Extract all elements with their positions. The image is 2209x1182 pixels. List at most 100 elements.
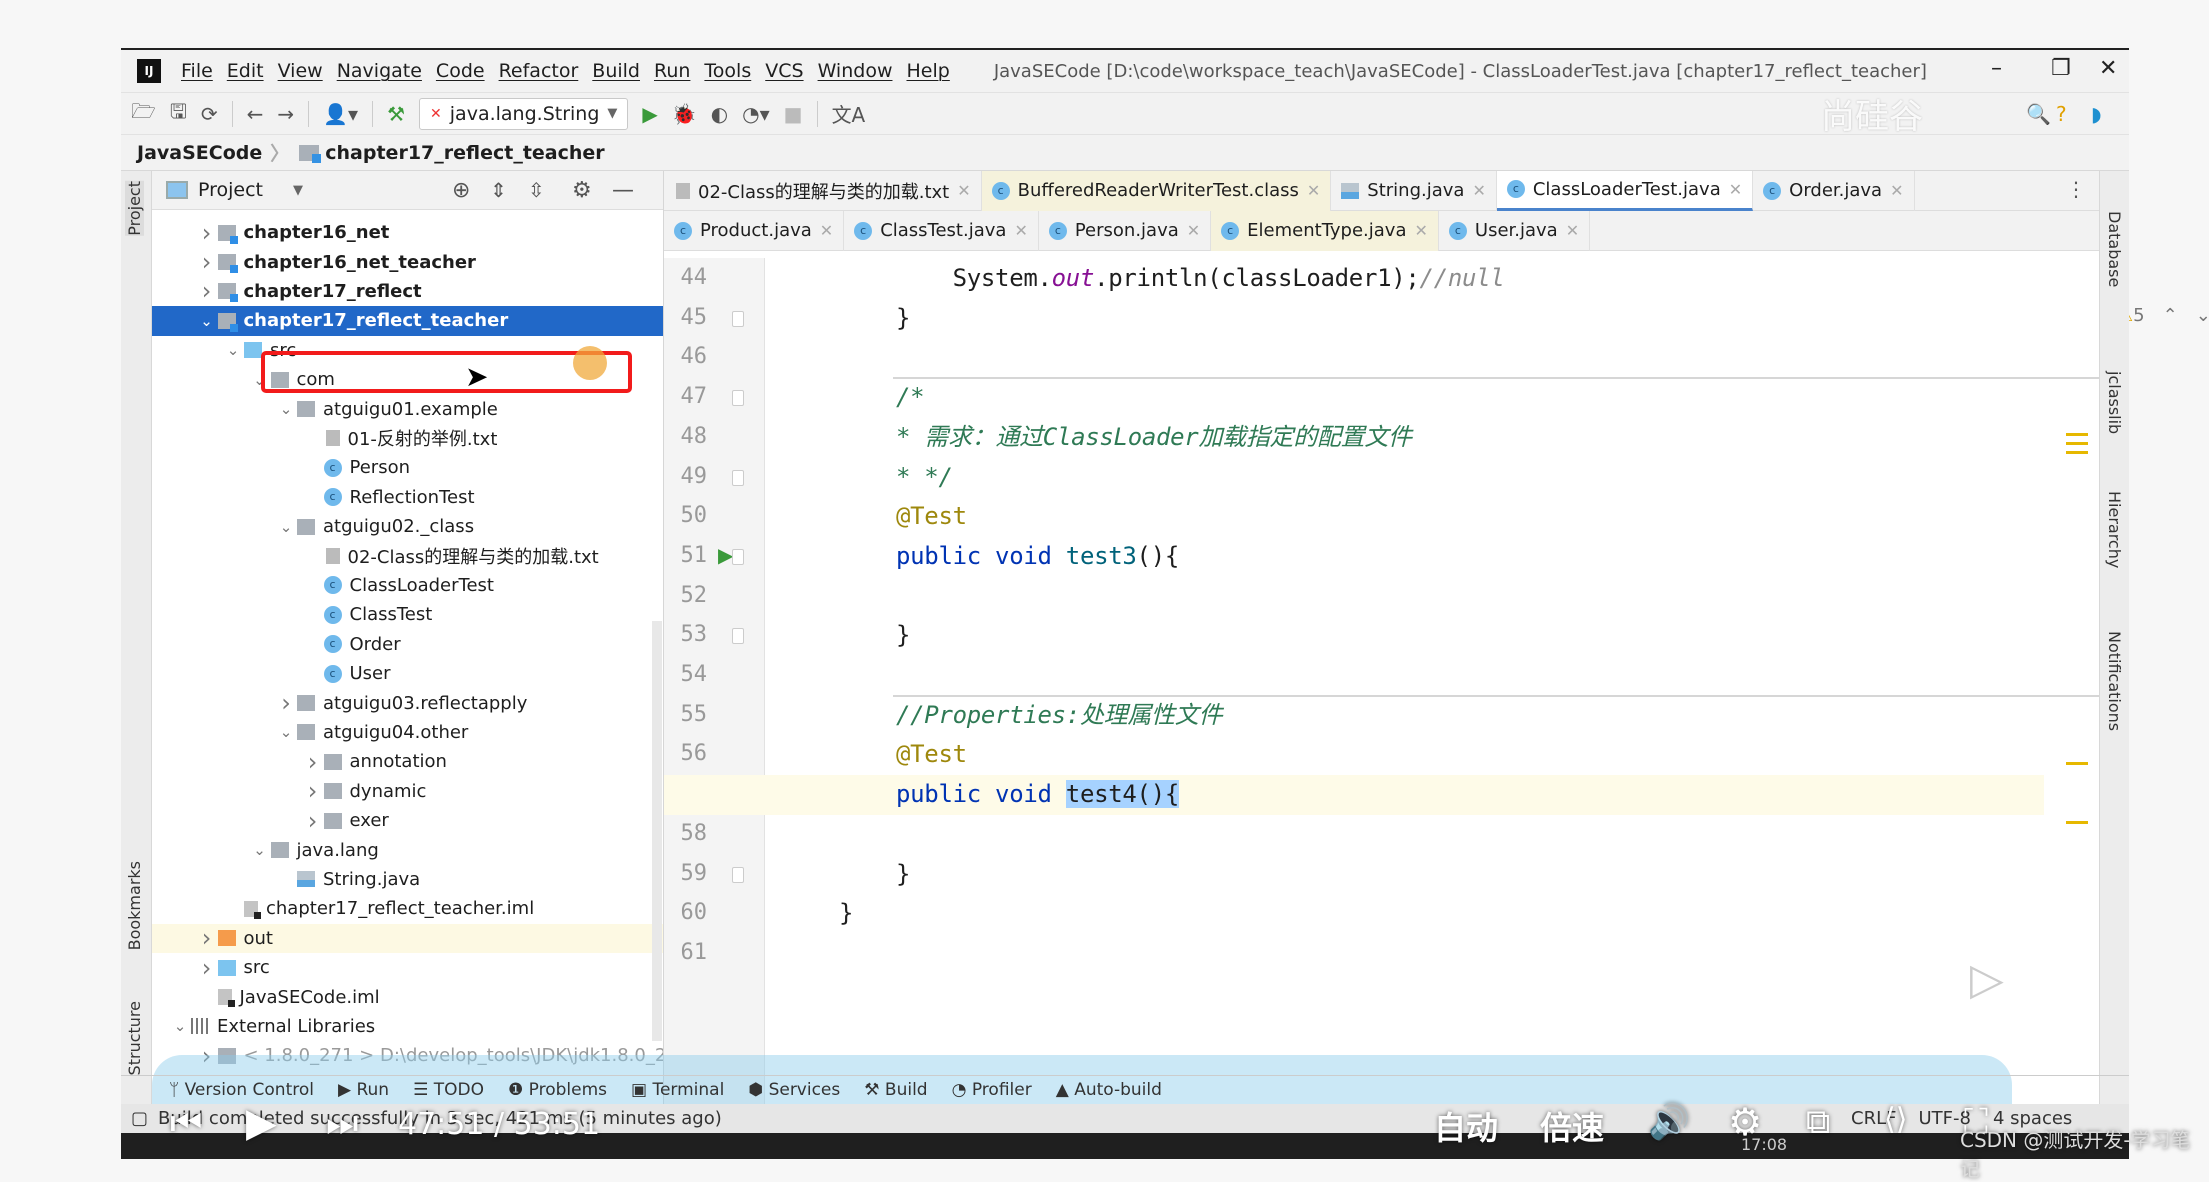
plugin-icon[interactable]: ◗: [2091, 102, 2102, 126]
coverage-icon[interactable]: ◐: [711, 102, 728, 126]
project-tool-button[interactable]: Project: [125, 181, 144, 236]
tool-window-todo[interactable]: ☰ TODO: [413, 1080, 484, 1100]
close-button[interactable]: ✕: [2099, 56, 2117, 81]
menu-help[interactable]: Help: [906, 60, 949, 82]
tree-item[interactable]: › exer: [152, 806, 663, 835]
tree-item[interactable]: ⌄ atguigu04.other: [152, 718, 663, 747]
close-tab-icon[interactable]: ✕: [820, 221, 833, 240]
locate-icon[interactable]: ⊕: [452, 178, 470, 203]
debug-icon[interactable]: 🐞: [672, 102, 697, 126]
chevron-down-icon[interactable]: ⌄: [222, 341, 244, 359]
chevron-right-icon[interactable]: ›: [196, 277, 218, 305]
gear-icon[interactable]: ⚙: [572, 178, 592, 203]
collapse-all-icon[interactable]: ⇳: [528, 178, 545, 202]
tree-item[interactable]: ⌄ External Libraries: [152, 1012, 663, 1041]
tree-item[interactable]: › src: [152, 953, 663, 982]
sync-icon[interactable]: ⟳: [201, 102, 218, 126]
editor-tab[interactable]: c Product.java ✕: [664, 210, 845, 251]
chevron-right-icon[interactable]: ›: [196, 248, 218, 276]
close-tab-icon[interactable]: ✕: [1307, 181, 1320, 200]
chevron-right-icon[interactable]: ›: [302, 777, 324, 805]
tree-item[interactable]: › out: [152, 923, 663, 953]
tool-window-run[interactable]: ▶ Run: [338, 1080, 389, 1100]
menu-file[interactable]: File: [181, 60, 213, 82]
video-play-overlay-button[interactable]: ▷: [1925, 930, 2045, 1030]
database-tool-button[interactable]: Database: [2105, 211, 2124, 287]
tree-item[interactable]: ⌄ chapter17_reflect_teacher: [152, 306, 663, 336]
close-tab-icon[interactable]: ✕: [1014, 221, 1027, 240]
profile-icon[interactable]: ◔▾: [742, 102, 770, 126]
tree-item[interactable]: ⌄ atguigu02._class: [152, 512, 663, 541]
breadcrumb-item[interactable]: JavaSECode: [137, 142, 262, 164]
pip-icon[interactable]: ⧉: [1806, 1102, 1830, 1142]
previous-icon[interactable]: ⏮: [170, 1103, 202, 1145]
chevron-down-icon[interactable]: ⌄: [169, 1017, 191, 1035]
tree-item[interactable]: JavaSECode.iml: [152, 982, 663, 1011]
tree-item[interactable]: › chapter16_net: [152, 218, 663, 247]
tree-item[interactable]: c Person: [152, 453, 663, 482]
chevron-down-icon[interactable]: ⌄: [275, 518, 297, 536]
menu-vcs[interactable]: VCS: [765, 60, 803, 82]
jclasslib-tool-button[interactable]: jclasslib: [2105, 371, 2124, 434]
tree-item[interactable]: › chapter16_net_teacher: [152, 247, 663, 276]
close-tab-icon[interactable]: ✕: [1187, 221, 1200, 240]
run-config-select[interactable]: ✕ java.lang.String ▼: [419, 97, 629, 130]
chevron-down-icon[interactable]: ⌄: [249, 841, 271, 859]
tool-window-terminal[interactable]: ▣ Terminal: [631, 1080, 724, 1100]
editor-tab[interactable]: c ElementType.java ✕: [1211, 210, 1439, 251]
build-hammer-icon[interactable]: ⚒: [387, 102, 405, 126]
chevron-down-icon[interactable]: ⌄: [275, 723, 297, 741]
tree-item[interactable]: › chapter17_reflect: [152, 277, 663, 306]
tree-item[interactable]: 01-反射的举例.txt: [152, 424, 663, 453]
close-tab-icon[interactable]: ✕: [1890, 181, 1903, 200]
tree-item[interactable]: c ClassTest: [152, 600, 663, 629]
tree-item[interactable]: › atguigu03.reflectapply: [152, 688, 663, 717]
code-area[interactable]: System.out.println(classLoader1);//null}…: [664, 258, 2099, 1111]
menu-navigate[interactable]: Navigate: [337, 60, 422, 82]
chevron-down-icon[interactable]: ▼: [293, 183, 303, 198]
chevron-right-icon[interactable]: ›: [302, 807, 324, 835]
expand-all-icon[interactable]: ⇕: [490, 178, 507, 202]
editor-tab[interactable]: c ClassTest.java ✕: [844, 210, 1039, 251]
run-icon[interactable]: ▶: [642, 102, 657, 126]
help-icon[interactable]: ?: [2056, 102, 2067, 126]
save-icon[interactable]: 🖫: [170, 97, 187, 131]
menu-code[interactable]: Code: [436, 60, 485, 82]
close-tab-icon[interactable]: ✕: [1566, 221, 1579, 240]
menu-refactor[interactable]: Refactor: [499, 60, 579, 82]
forward-icon[interactable]: →: [277, 102, 294, 126]
editor-tab[interactable]: c User.java ✕: [1439, 210, 1591, 251]
close-tab-icon[interactable]: ✕: [1414, 221, 1427, 240]
volume-icon[interactable]: 🔊: [1648, 1102, 1690, 1142]
open-folder-icon[interactable]: 🗁: [131, 97, 156, 131]
tree-item[interactable]: ⌄ atguigu01.example: [152, 394, 663, 423]
inspection-widget[interactable]: ⚠5⌃⌄: [2117, 305, 2209, 326]
close-tab-icon[interactable]: ✕: [957, 181, 970, 200]
hide-panel-icon[interactable]: —: [612, 178, 634, 203]
editor-tab[interactable]: c BufferedReaderWriterTest.class ✕: [981, 170, 1332, 211]
notifications-tool-button[interactable]: Notifications: [2105, 631, 2124, 731]
chevron-right-icon[interactable]: ›: [196, 924, 218, 952]
project-view-select[interactable]: Project: [198, 179, 263, 201]
chevron-right-icon[interactable]: ›: [302, 748, 324, 776]
editor-tab[interactable]: 02-Class的理解与类的加载.txt ✕: [664, 170, 982, 211]
editor-tab[interactable]: c Order.java ✕: [1753, 170, 1915, 211]
tree-item[interactable]: c Order: [152, 630, 663, 659]
hierarchy-tool-button[interactable]: Hierarchy: [2105, 491, 2124, 568]
tree-item[interactable]: String.java: [152, 865, 663, 894]
next-icon[interactable]: ⏭: [326, 1103, 358, 1145]
chevron-right-icon[interactable]: ›: [275, 689, 297, 717]
chevron-down-icon[interactable]: ⌄: [196, 312, 218, 330]
tree-item[interactable]: c User: [152, 659, 663, 688]
search-icon[interactable]: 🔍: [2026, 102, 2051, 126]
chevron-right-icon[interactable]: ›: [196, 954, 218, 982]
warning-stripe[interactable]: [2066, 762, 2088, 765]
menu-build[interactable]: Build: [592, 60, 640, 82]
tool-window-profiler[interactable]: ◔ Profiler: [952, 1080, 1032, 1100]
menu-window[interactable]: Window: [818, 60, 893, 82]
user-icon[interactable]: 👤▾: [323, 102, 358, 126]
chevron-right-icon[interactable]: ›: [196, 219, 218, 247]
structure-tool-button[interactable]: Structure: [125, 1001, 144, 1075]
editor-tab[interactable]: c ClassLoaderTest.java ✕: [1496, 170, 1754, 211]
tool-window-auto-build[interactable]: ▲ Auto-build: [1056, 1080, 1162, 1100]
